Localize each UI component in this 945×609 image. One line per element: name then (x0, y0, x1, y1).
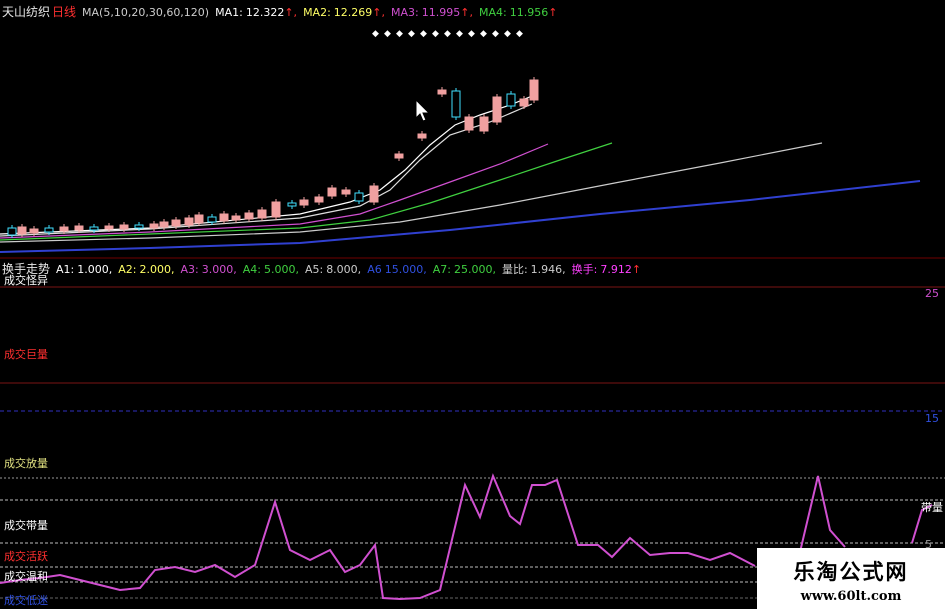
scale-label-25: 25 (925, 287, 939, 300)
candle-body (159, 221, 169, 228)
site-watermark: 乐淘公式网 www.60lt.com (757, 548, 945, 609)
candle-body (244, 212, 254, 220)
candle-body (104, 225, 114, 230)
candle-body (437, 89, 447, 95)
zone-label-active: 成交活跃 (4, 550, 48, 563)
candle-body (134, 224, 144, 229)
signal-marker-icon: ◆ (504, 29, 511, 39)
watermark-title: 乐淘公式网 (793, 559, 909, 584)
candle-body (219, 213, 229, 222)
candle-body (257, 209, 267, 219)
candle-body (207, 216, 217, 223)
turnover-line-segment (799, 475, 846, 553)
candle-body (327, 187, 337, 197)
signal-marker-icon: ◆ (372, 29, 379, 39)
scale-label-15: 15 (925, 412, 939, 425)
candle-body (479, 116, 489, 132)
signal-marker-icon: ◆ (444, 29, 451, 39)
ma4-line (0, 142, 613, 241)
candle-body (369, 185, 379, 203)
scale-label-band: 带量 (921, 501, 943, 514)
candle-body (194, 214, 204, 224)
signal-marker-icon: ◆ (396, 29, 403, 39)
mouse-cursor-icon (415, 98, 431, 122)
zone-label-huge: 成交巨量 (4, 348, 48, 361)
zone-label-mild: 成交温和 (4, 570, 48, 583)
candle-body (7, 227, 17, 236)
watermark-url: www.60lt.com (800, 589, 902, 604)
candle-body (287, 202, 297, 207)
candle-body (464, 116, 474, 131)
candle-body (394, 153, 404, 159)
signal-marker-icon: ◆ (468, 29, 475, 39)
candle-body (314, 196, 324, 203)
candle-body (231, 215, 241, 221)
zone-label-low: 成交低迷 (4, 594, 48, 607)
signal-marker-icon: ◆ (480, 29, 487, 39)
candle-body (29, 228, 39, 234)
signal-marker-icon: ◆ (492, 29, 499, 39)
signal-marker-icon: ◆ (432, 29, 439, 39)
candle-body (271, 201, 281, 218)
signal-marker-icon: ◆ (516, 29, 523, 39)
candle-body (74, 225, 84, 231)
candle-body (506, 93, 516, 107)
candle-body (149, 223, 159, 229)
signal-marker-icon: ◆ (456, 29, 463, 39)
candle-body (492, 96, 502, 123)
candle-body (519, 98, 529, 107)
candle-body (299, 199, 309, 206)
price-layer: ◆ ◆ ◆ ◆ ◆ ◆ ◆ ◆ ◆ ◆ ◆ ◆ ◆ (0, 29, 921, 253)
candle-body (17, 226, 27, 235)
candle-body (341, 189, 351, 195)
candle-body (44, 227, 54, 233)
zone-label-moderate: 成交带量 (4, 519, 48, 532)
turnover-line (0, 473, 756, 601)
candle-body (354, 192, 364, 202)
zone-label-expand: 成交放量 (4, 457, 48, 470)
ma6-line (0, 180, 921, 253)
stock-chart-canvas[interactable]: ◆ ◆ ◆ ◆ ◆ ◆ ◆ ◆ ◆ ◆ ◆ ◆ ◆ (0, 0, 945, 609)
candle-body (451, 90, 461, 118)
candle-body (59, 226, 69, 232)
candle-body (417, 133, 427, 139)
zone-label-abnormal: 成交怪异 (4, 274, 48, 287)
signal-marker-icon: ◆ (408, 29, 415, 39)
candle-body (89, 226, 99, 231)
signal-marker-icon: ◆ (420, 29, 427, 39)
candle-body (529, 79, 539, 101)
candle-body (171, 219, 181, 227)
candle-body (119, 224, 129, 230)
signal-marker-icon: ◆ (384, 29, 391, 39)
candle-body (184, 217, 194, 226)
